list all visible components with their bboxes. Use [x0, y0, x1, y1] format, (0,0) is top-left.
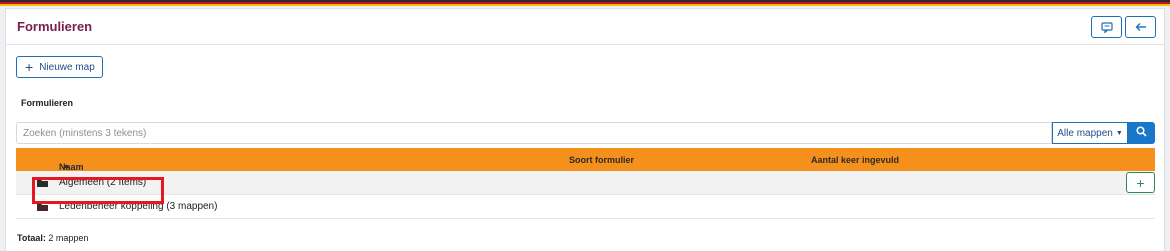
section-title: Formulieren: [21, 98, 74, 108]
folder-filter-dropdown[interactable]: Alle mappen ▼: [1052, 122, 1128, 144]
search-placeholder: Zoeken (minstens 3 tekens): [23, 127, 147, 139]
add-item-button[interactable]: +: [1126, 172, 1155, 193]
total-count: Totaal: 2 mappen: [17, 233, 88, 243]
panel-header: Formulieren: [6, 9, 1164, 45]
column-header-count[interactable]: Aantal keer ingevuld: [811, 155, 899, 165]
feedback-button[interactable]: [1091, 16, 1122, 38]
comment-icon: [1100, 21, 1113, 33]
plus-icon: +: [25, 59, 34, 75]
selection-highlight-box: [32, 177, 164, 204]
new-folder-button[interactable]: + Nieuwe map: [16, 56, 103, 78]
table-header: Naam ⏶ Soort formulier Aantal keer ingevu…: [16, 148, 1155, 172]
arrow-left-icon: [1135, 22, 1147, 32]
search-icon: [1136, 124, 1147, 142]
search-input[interactable]: Zoeken (minstens 3 tekens): [16, 122, 1052, 144]
page-title: Formulieren: [17, 19, 93, 34]
new-folder-label: Nieuwe map: [39, 61, 95, 73]
forms-panel: Formulieren + Nieuwe map Formulieren Zoe…: [5, 8, 1165, 251]
table-row[interactable]: Algemeen (2 Items): [16, 171, 1155, 195]
top-color-bar: [0, 0, 1170, 6]
folder-icon: [37, 203, 48, 211]
total-value: 2 mappen: [48, 233, 89, 243]
search-button[interactable]: [1128, 122, 1155, 144]
caret-down-icon: ▼: [1115, 129, 1123, 137]
folder-filter-label: Alle mappen: [1057, 127, 1113, 139]
plus-icon: +: [1136, 174, 1145, 191]
column-header-type[interactable]: Soort formulier: [569, 155, 634, 165]
table-row[interactable]: Ledenbeheer koppeling (3 mappen): [16, 195, 1155, 219]
back-button[interactable]: [1125, 16, 1156, 38]
total-label: Totaal:: [17, 233, 46, 243]
